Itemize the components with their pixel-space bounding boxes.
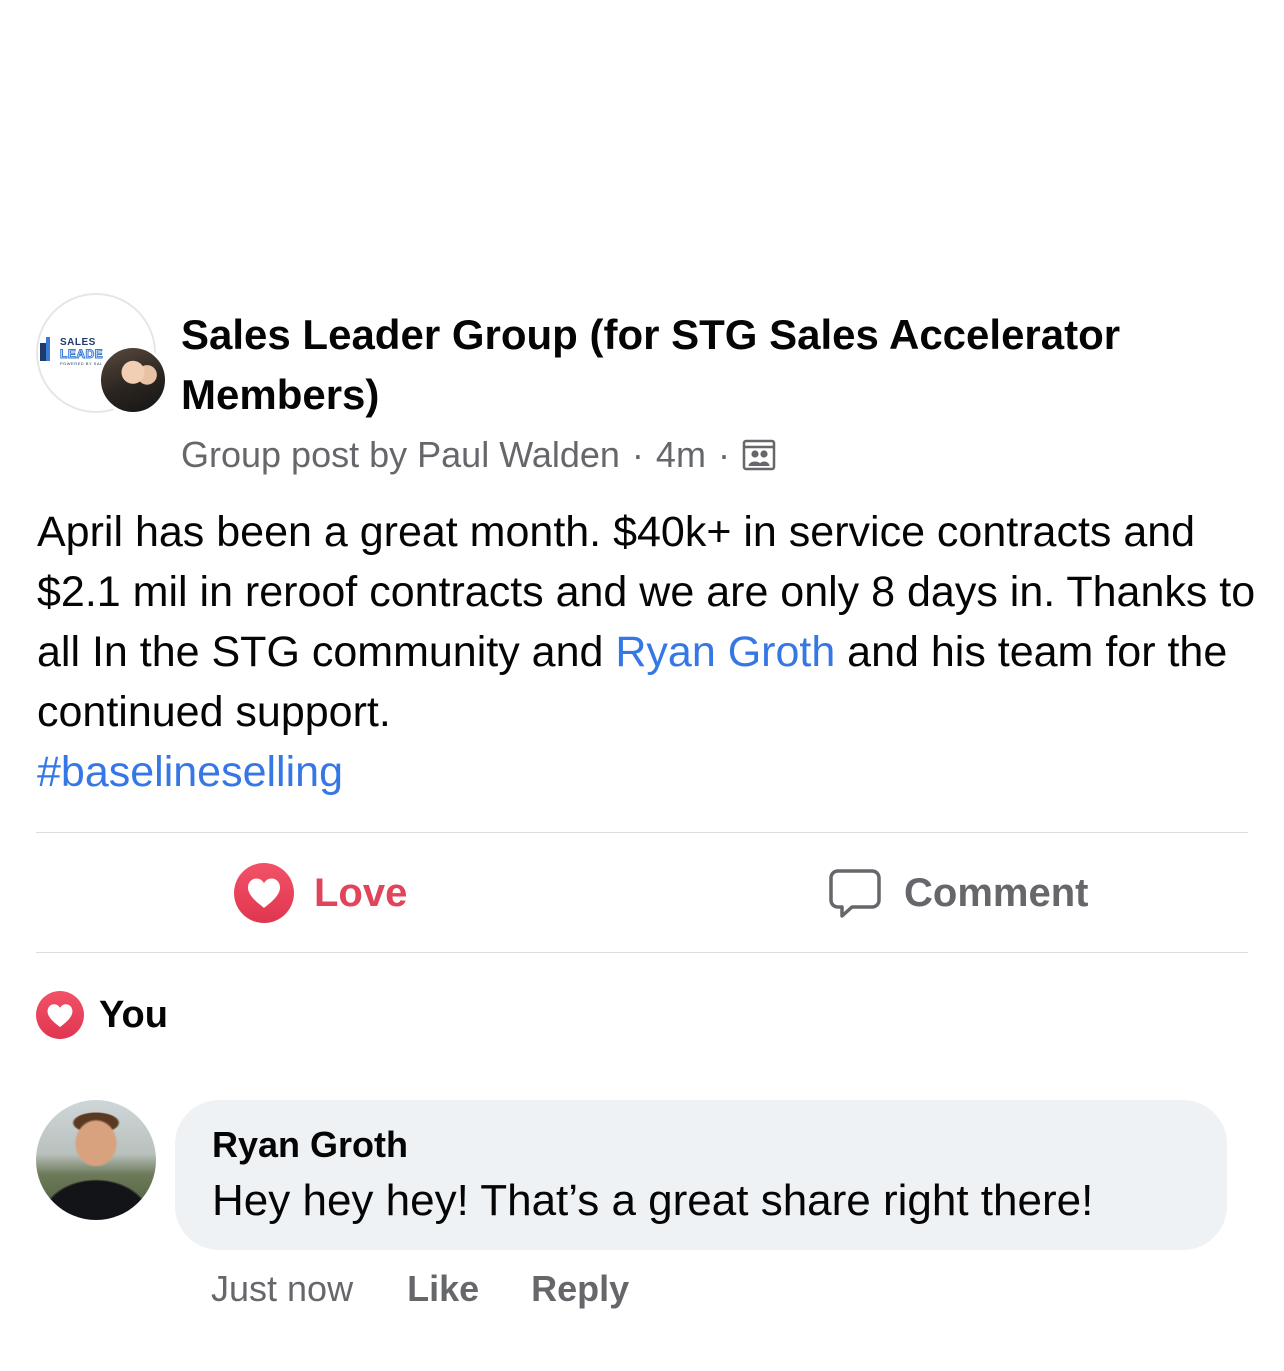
- post-type-prefix: Group post by: [181, 434, 408, 475]
- separator-dot: ·: [631, 434, 644, 475]
- divider: [36, 832, 1248, 833]
- post-body: April has been a great month. $40k+ in s…: [37, 502, 1257, 802]
- logo-text-bottom: LEADE: [59, 347, 104, 362]
- speech-bubble-icon: [829, 869, 881, 918]
- post-time[interactable]: 4m: [656, 434, 706, 476]
- commenter-name[interactable]: Ryan Groth: [212, 1124, 408, 1166]
- like-button[interactable]: Like: [407, 1268, 479, 1310]
- reactions-summary[interactable]: You: [36, 990, 168, 1040]
- mention-link[interactable]: Ryan Groth: [615, 628, 835, 676]
- commenter-avatar[interactable]: [36, 1100, 156, 1220]
- divider: [36, 952, 1248, 953]
- logo-text-small: POWERED BY SAL: [60, 361, 103, 366]
- comment-actions: Just now Like Reply: [211, 1265, 681, 1313]
- love-label: Love: [314, 870, 408, 915]
- reactor-name: You: [99, 993, 168, 1036]
- post-meta: Group post by Paul Walden · 4m ·: [181, 431, 776, 479]
- comment-label: Comment: [904, 870, 1089, 915]
- author-name[interactable]: Paul Walden: [417, 434, 620, 476]
- comment-button[interactable]: Comment: [828, 862, 1088, 924]
- love-button[interactable]: Love: [234, 862, 407, 924]
- hashtag-link[interactable]: #baselineselling: [37, 742, 1257, 802]
- comment-bubble[interactable]: Ryan Groth Hey hey hey! That’s a great s…: [175, 1100, 1227, 1250]
- group-members-icon[interactable]: [742, 438, 776, 472]
- author-avatar[interactable]: [98, 345, 168, 415]
- group-name[interactable]: Sales Leader Group (for STG Sales Accele…: [181, 305, 1241, 425]
- group-avatar[interactable]: SALES LEADE POWERED BY SAL: [36, 293, 168, 415]
- heart-icon: [36, 991, 84, 1039]
- comment-time: Just now: [211, 1268, 354, 1309]
- comment-text: Hey hey hey! That’s a great share right …: [212, 1176, 1094, 1225]
- heart-icon: [234, 863, 294, 923]
- reply-button[interactable]: Reply: [531, 1268, 629, 1310]
- separator-dot: ·: [717, 434, 730, 475]
